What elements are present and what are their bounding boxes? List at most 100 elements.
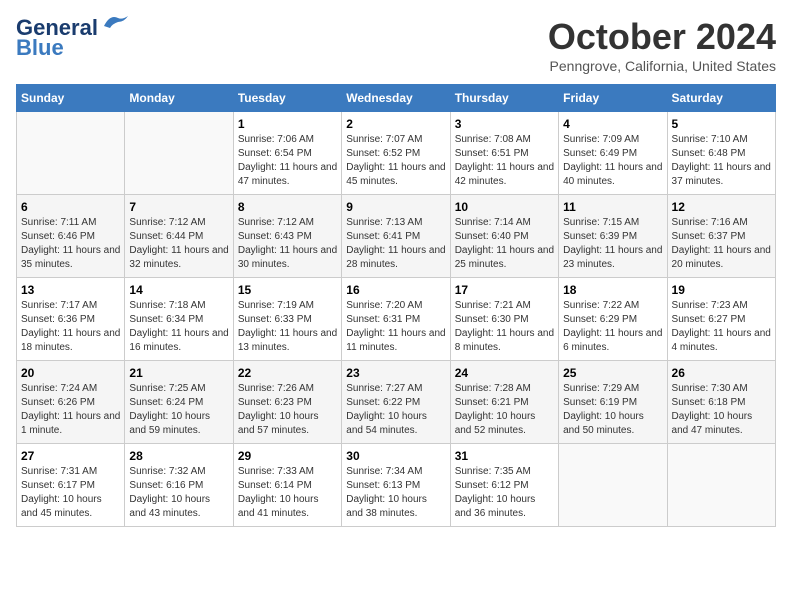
table-row: 6 Sunrise: 7:11 AM Sunset: 6:46 PM Daylig… [17, 195, 125, 278]
table-row: 3 Sunrise: 7:08 AM Sunset: 6:51 PM Daylig… [450, 112, 558, 195]
day-number: 2 [346, 117, 445, 131]
day-info: Sunrise: 7:30 AM Sunset: 6:18 PM Dayligh… [672, 382, 771, 438]
table-row: 28 Sunrise: 7:32 AM Sunset: 6:16 PM Dayli… [125, 444, 233, 527]
day-number: 20 [21, 366, 120, 380]
day-info: Sunrise: 7:16 AM Sunset: 6:37 PM Dayligh… [672, 216, 771, 272]
day-number: 25 [563, 366, 662, 380]
calendar-week-row: 20 Sunrise: 7:24 AM Sunset: 6:26 PM Dayli… [17, 361, 776, 444]
table-row: 12 Sunrise: 7:16 AM Sunset: 6:37 PM Dayli… [667, 195, 775, 278]
day-number: 18 [563, 283, 662, 297]
header-wednesday: Wednesday [342, 85, 450, 112]
table-row: 22Sunrise: 7:26 AM Sunset: 6:23 PM Dayli… [233, 361, 341, 444]
table-row: 2 Sunrise: 7:07 AM Sunset: 6:52 PM Daylig… [342, 112, 450, 195]
day-info: Sunrise: 7:08 AM Sunset: 6:51 PM Dayligh… [455, 133, 554, 189]
table-row: 26 Sunrise: 7:30 AM Sunset: 6:18 PM Dayli… [667, 361, 775, 444]
table-row: 24Sunrise: 7:28 AM Sunset: 6:21 PM Dayli… [450, 361, 558, 444]
day-number: 30 [346, 449, 445, 463]
table-row: 15Sunrise: 7:19 AM Sunset: 6:33 PM Dayli… [233, 278, 341, 361]
day-number: 23 [346, 366, 445, 380]
day-info: Sunrise: 7:09 AM Sunset: 6:49 PM Dayligh… [563, 133, 662, 189]
day-info: Sunrise: 7:14 AM Sunset: 6:40 PM Dayligh… [455, 216, 554, 272]
header-monday: Monday [125, 85, 233, 112]
day-number: 21 [129, 366, 228, 380]
day-number: 16 [346, 283, 445, 297]
day-number: 31 [455, 449, 554, 463]
day-number: 12 [672, 200, 771, 214]
day-info: Sunrise: 7:12 AM Sunset: 6:43 PM Dayligh… [238, 216, 337, 272]
day-number: 9 [346, 200, 445, 214]
day-number: 10 [455, 200, 554, 214]
header-friday: Friday [559, 85, 667, 112]
day-number: 13 [21, 283, 120, 297]
table-row [125, 112, 233, 195]
day-info: Sunrise: 7:07 AM Sunset: 6:52 PM Dayligh… [346, 133, 445, 189]
day-info: Sunrise: 7:24 AM Sunset: 6:26 PM Dayligh… [21, 382, 120, 438]
day-number: 11 [563, 200, 662, 214]
day-info: Sunrise: 7:35 AM Sunset: 6:12 PM Dayligh… [455, 465, 554, 521]
day-number: 28 [129, 449, 228, 463]
logo-blue: Blue [16, 35, 64, 61]
day-info: Sunrise: 7:29 AM Sunset: 6:19 PM Dayligh… [563, 382, 662, 438]
day-info: Sunrise: 7:32 AM Sunset: 6:16 PM Dayligh… [129, 465, 228, 521]
day-number: 3 [455, 117, 554, 131]
table-row: 14 Sunrise: 7:18 AM Sunset: 6:34 PM Dayli… [125, 278, 233, 361]
day-info: Sunrise: 7:18 AM Sunset: 6:34 PM Dayligh… [129, 299, 228, 355]
table-row: 29 Sunrise: 7:33 AM Sunset: 6:14 PM Dayli… [233, 444, 341, 527]
table-row: 25 Sunrise: 7:29 AM Sunset: 6:19 PM Dayli… [559, 361, 667, 444]
header-saturday: Saturday [667, 85, 775, 112]
day-info: Sunrise: 7:17 AM Sunset: 6:36 PM Dayligh… [21, 299, 120, 355]
day-number: 17 [455, 283, 554, 297]
day-info: Sunrise: 7:13 AM Sunset: 6:41 PM Dayligh… [346, 216, 445, 272]
calendar-week-row: 6 Sunrise: 7:11 AM Sunset: 6:46 PM Daylig… [17, 195, 776, 278]
table-row: 30 Sunrise: 7:34 AM Sunset: 6:13 PM Dayli… [342, 444, 450, 527]
table-row: 8 Sunrise: 7:12 AM Sunset: 6:43 PM Daylig… [233, 195, 341, 278]
day-number: 19 [672, 283, 771, 297]
day-info: Sunrise: 7:23 AM Sunset: 6:27 PM Dayligh… [672, 299, 771, 355]
day-info: Sunrise: 7:27 AM Sunset: 6:22 PM Dayligh… [346, 382, 445, 438]
day-info: Sunrise: 7:26 AM Sunset: 6:23 PM Dayligh… [238, 382, 337, 438]
table-row: 10 Sunrise: 7:14 AM Sunset: 6:40 PM Dayli… [450, 195, 558, 278]
page-header: General Blue October 2024 Penngrove, Cal… [16, 16, 776, 74]
day-number: 1 [238, 117, 337, 131]
month-title: October 2024 [548, 16, 776, 58]
day-info: Sunrise: 7:20 AM Sunset: 6:31 PM Dayligh… [346, 299, 445, 355]
day-number: 24 [455, 366, 554, 380]
table-row: 19 Sunrise: 7:23 AM Sunset: 6:27 PM Dayli… [667, 278, 775, 361]
day-info: Sunrise: 7:10 AM Sunset: 6:48 PM Dayligh… [672, 133, 771, 189]
day-number: 6 [21, 200, 120, 214]
calendar-week-row: 1 Sunrise: 7:06 AM Sunset: 6:54 PM Daylig… [17, 112, 776, 195]
table-row: 23 Sunrise: 7:27 AM Sunset: 6:22 PM Dayli… [342, 361, 450, 444]
day-info: Sunrise: 7:22 AM Sunset: 6:29 PM Dayligh… [563, 299, 662, 355]
table-row: 18 Sunrise: 7:22 AM Sunset: 6:29 PM Dayli… [559, 278, 667, 361]
table-row: 27Sunrise: 7:31 AM Sunset: 6:17 PM Dayli… [17, 444, 125, 527]
day-number: 29 [238, 449, 337, 463]
day-number: 7 [129, 200, 228, 214]
logo: General Blue [16, 16, 130, 61]
day-number: 8 [238, 200, 337, 214]
calendar-week-row: 13 Sunrise: 7:17 AM Sunset: 6:36 PM Dayli… [17, 278, 776, 361]
table-row: 21 Sunrise: 7:25 AM Sunset: 6:24 PM Dayli… [125, 361, 233, 444]
table-row [559, 444, 667, 527]
day-info: Sunrise: 7:33 AM Sunset: 6:14 PM Dayligh… [238, 465, 337, 521]
day-info: Sunrise: 7:06 AM Sunset: 6:54 PM Dayligh… [238, 133, 337, 189]
day-info: Sunrise: 7:15 AM Sunset: 6:39 PM Dayligh… [563, 216, 662, 272]
header-thursday: Thursday [450, 85, 558, 112]
title-block: October 2024 Penngrove, California, Unit… [548, 16, 776, 74]
day-info: Sunrise: 7:34 AM Sunset: 6:13 PM Dayligh… [346, 465, 445, 521]
table-row: 9 Sunrise: 7:13 AM Sunset: 6:41 PM Daylig… [342, 195, 450, 278]
table-row: 13 Sunrise: 7:17 AM Sunset: 6:36 PM Dayli… [17, 278, 125, 361]
table-row: 4Sunrise: 7:09 AM Sunset: 6:49 PM Daylig… [559, 112, 667, 195]
calendar-week-row: 27Sunrise: 7:31 AM Sunset: 6:17 PM Dayli… [17, 444, 776, 527]
day-number: 14 [129, 283, 228, 297]
table-row: 11 Sunrise: 7:15 AM Sunset: 6:39 PM Dayli… [559, 195, 667, 278]
location: Penngrove, California, United States [548, 58, 776, 74]
table-row: 16 Sunrise: 7:20 AM Sunset: 6:31 PM Dayli… [342, 278, 450, 361]
day-info: Sunrise: 7:25 AM Sunset: 6:24 PM Dayligh… [129, 382, 228, 438]
table-row: 20 Sunrise: 7:24 AM Sunset: 6:26 PM Dayli… [17, 361, 125, 444]
day-info: Sunrise: 7:11 AM Sunset: 6:46 PM Dayligh… [21, 216, 120, 272]
day-number: 26 [672, 366, 771, 380]
table-row: 7 Sunrise: 7:12 AM Sunset: 6:44 PM Daylig… [125, 195, 233, 278]
header-sunday: Sunday [17, 85, 125, 112]
table-row: 1 Sunrise: 7:06 AM Sunset: 6:54 PM Daylig… [233, 112, 341, 195]
day-info: Sunrise: 7:12 AM Sunset: 6:44 PM Dayligh… [129, 216, 228, 272]
